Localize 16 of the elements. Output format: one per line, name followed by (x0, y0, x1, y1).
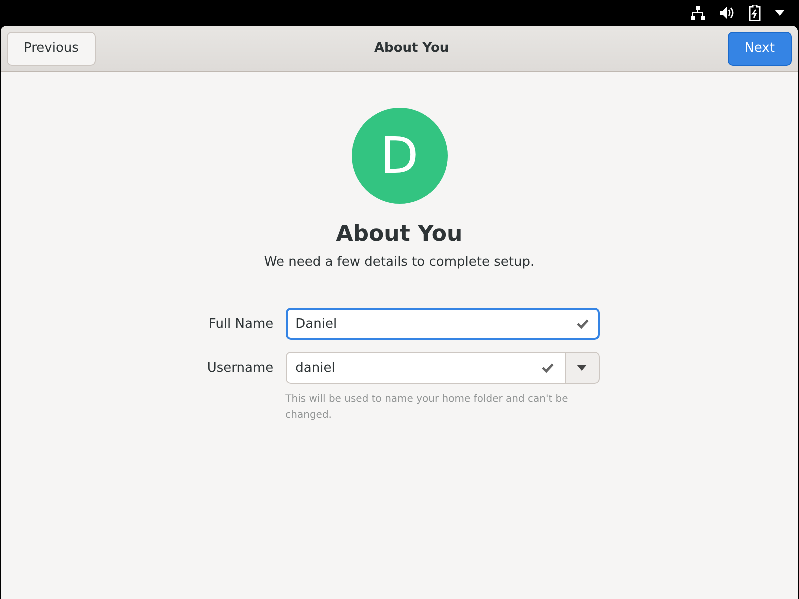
field-label: Full Name (208, 316, 274, 332)
field-label: Username (207, 360, 274, 376)
battery-icon[interactable] (749, 5, 761, 21)
subtitle: We need a few details to complete setup. (264, 255, 535, 270)
input-field[interactable]: daniel (286, 352, 565, 384)
page-heading: About You (336, 222, 463, 247)
caret-icon (577, 365, 588, 371)
field-hint: This will be used to name your home folder and can't be changed. (286, 393, 570, 423)
dropdown-button[interactable] (564, 352, 600, 384)
previous-button[interactable]: Previous (7, 32, 96, 66)
caret-icon[interactable] (775, 10, 785, 16)
window-title: About You (374, 41, 450, 56)
volume-icon[interactable] (719, 6, 735, 20)
network-icon[interactable] (691, 6, 705, 20)
next-button[interactable]: Next (728, 32, 792, 66)
input-field[interactable]: Daniel (286, 308, 600, 340)
